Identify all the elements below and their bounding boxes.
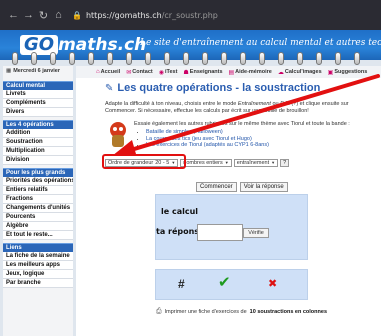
sidebar-section-title: Les 4 opérations bbox=[3, 120, 73, 129]
binder-rings bbox=[0, 52, 381, 66]
date-line: ▦ Mercredi 6 janvier bbox=[3, 66, 73, 78]
print-text-bold: 10 soustractions en colonnes bbox=[249, 309, 327, 315]
verify-button[interactable]: Vérifie bbox=[243, 228, 269, 238]
question-count: # bbox=[178, 277, 185, 291]
sidebar-section: Calcul mental Livrets Compléments Divers bbox=[3, 81, 73, 117]
ring-decoration bbox=[297, 52, 303, 65]
sidebar-item[interactable]: Divers bbox=[3, 108, 73, 117]
browser-toolbar: ← → ↻ ⌂ 🔒 https://gomaths.ch /cr_soustr.… bbox=[0, 0, 381, 30]
sidebar-item[interactable]: Priorités des opérations bbox=[3, 177, 73, 186]
action-buttons: Commencer Voir la réponse bbox=[196, 182, 288, 192]
print-worksheet[interactable]: ⎙ Imprimer une fiche d'exercices de 10 s… bbox=[156, 308, 327, 316]
sidebar: ▦ Mercredi 6 janvier Calcul mental Livret… bbox=[3, 66, 73, 336]
chevron-down-icon: ▼ bbox=[271, 160, 276, 165]
sidebar-item[interactable]: Par branche bbox=[3, 279, 73, 288]
address-bar[interactable]: 🔒 https://gomaths.ch /cr_soustr.php bbox=[72, 11, 218, 20]
ring-decoration bbox=[202, 52, 208, 65]
sidebar-item[interactable]: Addition bbox=[3, 129, 73, 138]
ring-decoration bbox=[259, 52, 265, 65]
sidebar-item[interactable]: Division bbox=[3, 156, 73, 165]
home-icon[interactable]: ⌂ bbox=[51, 9, 66, 21]
sidebar-item[interactable]: Changements d'unités bbox=[3, 204, 73, 213]
print-text: Imprimer une fiche d'exercices de bbox=[164, 309, 247, 315]
highlight-box bbox=[102, 154, 186, 169]
sidebar-item[interactable]: Multiplication bbox=[3, 147, 73, 156]
sidebar-item[interactable]: Livrets bbox=[3, 90, 73, 99]
sidebar-section-title: Pour les plus grands bbox=[3, 168, 73, 177]
sidebar-item[interactable]: Algèbre bbox=[3, 222, 73, 231]
ring-decoration bbox=[278, 52, 284, 65]
mode-select[interactable]: entraînement ▼ bbox=[233, 159, 279, 167]
forward-icon[interactable]: → bbox=[21, 9, 36, 21]
sidebar-item[interactable]: Et tout le reste... bbox=[3, 231, 73, 240]
printer-icon: ⎙ bbox=[156, 308, 162, 315]
ring-decoration bbox=[354, 52, 360, 65]
url-path: /cr_soustr.php bbox=[161, 10, 218, 20]
date-text: Mercredi 6 janvier bbox=[13, 68, 60, 74]
select-value: nombres entiers bbox=[183, 160, 223, 166]
sidebar-item[interactable]: Fractions bbox=[3, 195, 73, 204]
url-host: https://gomaths.ch bbox=[85, 10, 162, 20]
cross-icon: ✖ bbox=[268, 278, 278, 290]
chevron-down-icon: ▼ bbox=[224, 160, 229, 165]
sidebar-item[interactable]: Soustraction bbox=[3, 138, 73, 147]
back-icon[interactable]: ← bbox=[6, 9, 21, 21]
reload-icon[interactable]: ↻ bbox=[36, 9, 51, 22]
ring-decoration bbox=[107, 52, 113, 65]
sidebar-item[interactable]: Pourcents bbox=[3, 213, 73, 222]
ring-decoration bbox=[164, 52, 170, 65]
ring-decoration bbox=[183, 52, 189, 65]
ring-decoration bbox=[240, 52, 246, 65]
sidebar-item[interactable]: Entiers relatifs bbox=[3, 186, 73, 195]
sidebar-section-title: Calcul mental bbox=[3, 81, 73, 90]
ring-decoration bbox=[12, 52, 18, 65]
ring-decoration bbox=[88, 52, 94, 65]
select-value: entraînement bbox=[236, 160, 270, 166]
sidebar-section: Liens La fiche de la semaine Les meilleurs… bbox=[3, 243, 73, 288]
number-type-select[interactable]: nombres entiers ▼ bbox=[180, 159, 232, 167]
ring-decoration bbox=[126, 52, 132, 65]
checkmark-icon: ✔ bbox=[218, 274, 231, 291]
sidebar-item[interactable]: Les meilleurs apps bbox=[3, 261, 73, 270]
calendar-icon: ▦ bbox=[6, 68, 12, 74]
sidebar-section-title: Liens bbox=[3, 243, 73, 252]
ring-decoration bbox=[316, 52, 322, 65]
ring-decoration bbox=[50, 52, 56, 65]
sidebar-section: Pour les plus grands Priorités des opérat… bbox=[3, 168, 73, 240]
calculation-label: le calcul bbox=[161, 207, 199, 216]
show-answer-button[interactable]: Voir la réponse bbox=[239, 182, 288, 192]
ring-decoration bbox=[69, 52, 75, 65]
sidebar-section: Les 4 opérations Addition Soustraction Mult… bbox=[3, 120, 73, 165]
sidebar-item[interactable]: La fiche de la semaine bbox=[3, 252, 73, 261]
sidebar-item[interactable]: Jeux, logique bbox=[3, 270, 73, 279]
annotation-arrow bbox=[114, 74, 380, 154]
help-button[interactable]: ? bbox=[280, 159, 290, 167]
ring-decoration bbox=[335, 52, 341, 65]
ring-decoration bbox=[145, 52, 151, 65]
ring-decoration bbox=[221, 52, 227, 65]
start-button[interactable]: Commencer bbox=[196, 182, 237, 192]
answer-input[interactable] bbox=[197, 224, 243, 241]
site-tagline: Le site d'entraînement au calcul mental … bbox=[140, 38, 381, 48]
sidebar-item[interactable]: Compléments bbox=[3, 99, 73, 108]
ring-decoration bbox=[31, 52, 37, 65]
lock-icon: 🔒 bbox=[72, 10, 82, 20]
